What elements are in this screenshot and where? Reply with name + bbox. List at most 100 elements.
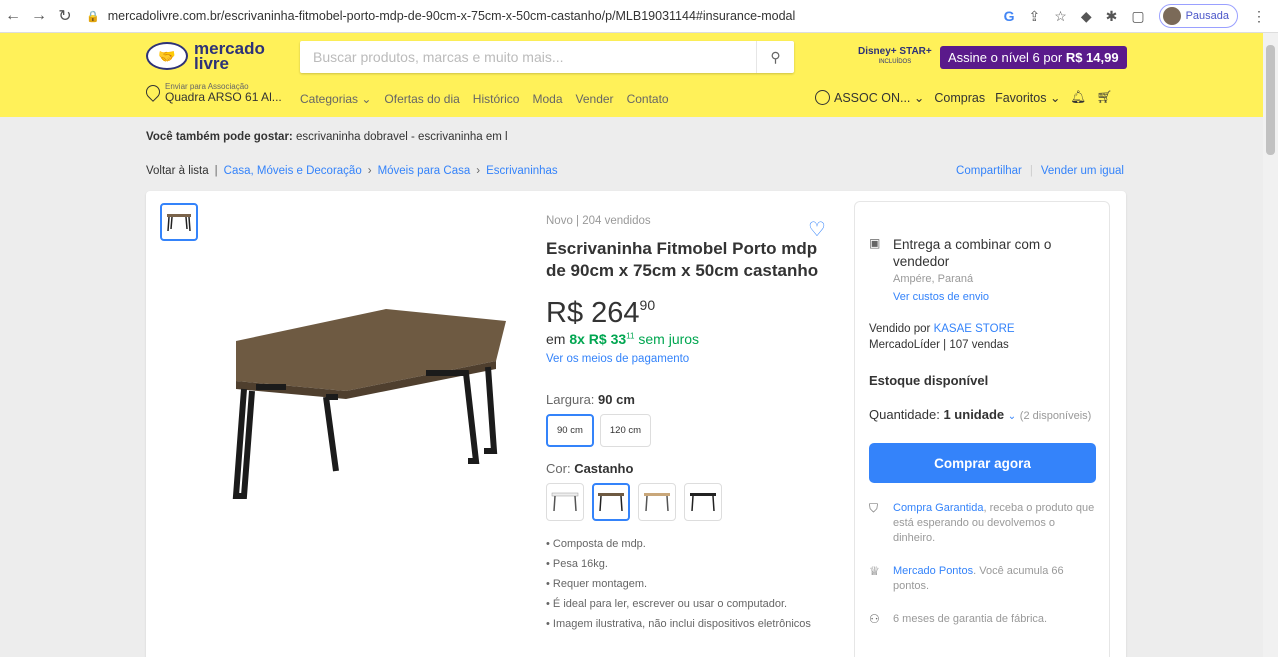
recommend-link[interactable]: escrivaninha dobravel - escrivaninha em … [296, 131, 508, 143]
favorites-menu[interactable]: Favoritos ⌄ [995, 90, 1060, 105]
breadcrumb-furniture[interactable]: Móveis para Casa [378, 165, 471, 177]
price: R$ 26490 [546, 297, 836, 330]
nav-contact[interactable]: Contato [627, 92, 669, 106]
feature-list: Composta de mdp. Pesa 16kg. Requer monta… [546, 538, 836, 630]
nav-fashion[interactable]: Moda [532, 92, 562, 106]
extension-icon[interactable]: ◆ [1081, 8, 1092, 25]
puzzle-icon[interactable]: ✱ [1106, 8, 1118, 25]
profile-status: Pausada [1185, 10, 1229, 22]
purchases-link[interactable]: Compras [934, 91, 985, 105]
chevron-down-icon: ⌄ [1007, 411, 1017, 422]
logo[interactable]: 🤝 mercado livre [146, 40, 265, 73]
disney-sub: INCLUÍDOS [878, 59, 912, 65]
user-nav: ASSOC ON... ⌄ Compras Favoritos ⌄ 🔔︎ 🛒︎ [815, 90, 1112, 105]
scrollbar[interactable] [1263, 33, 1278, 657]
user-menu[interactable]: ASSOC ON... ⌄ [834, 90, 924, 105]
promo-price: R$ 14,99 [1065, 50, 1119, 65]
breadcrumb-home-decor[interactable]: Casa, Móveis e Decoração [224, 165, 362, 177]
avatar [1162, 7, 1181, 25]
guarantee-link[interactable]: Compra Garantida [893, 502, 984, 514]
star-icon[interactable]: ☆ [1054, 8, 1067, 25]
shipping-costs-link[interactable]: Ver custos de envio [893, 291, 1095, 303]
url-text[interactable]: mercadolivre.com.br/escrivaninha-fitmobe… [108, 9, 796, 23]
color-oak-button[interactable] [638, 483, 676, 521]
heart-icon[interactable]: ♡ [808, 217, 826, 242]
product-info: Novo | 204 vendidos ♡ Escrivaninha Fitmo… [546, 215, 836, 638]
site-header: 🤝 mercado livre ⚲ Disney+ STAR+ INCLUÍDO… [0, 33, 1263, 117]
quantity-selector[interactable]: Quantidade: 1 unidade ⌄ (2 disponíveis) [869, 407, 1095, 422]
size-90cm-button[interactable]: 90 cm [546, 414, 594, 447]
breadcrumb-desks[interactable]: Escrivaninhas [486, 165, 558, 177]
back-arrow-icon[interactable]: ← [0, 7, 26, 25]
breadcrumb-sep: › [367, 165, 372, 177]
reload-icon[interactable]: ↻ [52, 6, 78, 26]
feature-item: É ideal para ler, escrever ou usar o com… [546, 598, 836, 610]
desk-oak-icon [644, 493, 670, 512]
logo-line2: livre [194, 54, 229, 73]
category-nav: Categorias ⌄ Ofertas do dia Histórico Mo… [300, 92, 669, 106]
price-cents: 90 [639, 297, 656, 313]
window-icon[interactable]: ▢ [1131, 8, 1144, 25]
nav-categories[interactable]: Categorias ⌄ [300, 92, 371, 106]
nav-sell[interactable]: Vender [576, 92, 614, 106]
product-card: Novo | 204 vendidos ♡ Escrivaninha Fitmo… [146, 191, 1126, 657]
menu-icon[interactable]: ⋮ [1252, 8, 1266, 25]
scrollbar-thumb[interactable] [1266, 45, 1275, 155]
product-title: Escrivaninha Fitmobel Porto mdp de 90cm … [546, 239, 819, 280]
install-value: 8x R$ 33 [569, 331, 627, 347]
payment-methods-link[interactable]: Ver os meios de pagamento [546, 353, 836, 365]
google-icon[interactable]: G [1004, 8, 1015, 24]
feature-item: Pesa 16kg. [546, 558, 836, 570]
handshake-icon: 🤝 [146, 42, 188, 70]
separator: | [214, 165, 218, 177]
forward-arrow-icon[interactable]: → [26, 7, 52, 25]
address-bar[interactable]: 🔒 mercadolivre.com.br/escrivaninha-fitmo… [86, 9, 1004, 23]
disney-text: Disney+ STAR+ [858, 46, 932, 57]
qty-label: Quantidade: [869, 407, 940, 422]
share-actions: Compartilhar | Vender um igual [956, 165, 1124, 177]
recommend-label: Você também pode gostar: [146, 131, 293, 143]
sell-similar-link[interactable]: Vender um igual [1041, 165, 1124, 177]
search-input[interactable] [300, 49, 756, 65]
shipping-title: Entrega a combinar com o vendedor [893, 237, 1052, 269]
share-link[interactable]: Compartilhar [956, 165, 1022, 177]
feature-item: Composta de mdp. [546, 538, 836, 550]
color-castanho-button[interactable] [592, 483, 630, 521]
points-link[interactable]: Mercado Pontos [893, 565, 973, 577]
condition-sales: Novo | 204 vendidos [546, 215, 651, 227]
buy-now-button[interactable]: Comprar agora [869, 443, 1096, 483]
nav-history[interactable]: Histórico [473, 92, 520, 106]
back-to-list-link[interactable]: Voltar à lista [146, 165, 209, 177]
bell-icon[interactable]: 🔔︎ [1070, 90, 1086, 105]
share-icon[interactable]: ⇪ [1029, 8, 1041, 25]
browser-toolbar: ← → ↻ 🔒 mercadolivre.com.br/escrivaninha… [0, 0, 1278, 33]
shield-icon: ⛉ [869, 501, 879, 515]
color-label-text: Cor: [546, 461, 571, 476]
feature-item: Requer montagem. [546, 578, 836, 590]
location-pin-icon [143, 82, 163, 102]
cart-icon[interactable]: 🛒︎ [1096, 90, 1112, 105]
profile-button[interactable]: Pausada [1158, 4, 1238, 28]
promo-text: Assine o nível 6 por [948, 50, 1063, 65]
shipping-location: Ampére, Paraná [893, 273, 974, 285]
product-image[interactable] [226, 301, 516, 511]
separator: | [1029, 165, 1033, 177]
gallery-thumbnail[interactable] [160, 203, 198, 241]
nav-deals[interactable]: Ofertas do dia [384, 92, 459, 106]
desk-thumbnail-icon [167, 214, 191, 232]
location-value: Quadra ARSO 61 Al... [165, 90, 282, 104]
points-benefit: ♕ Mercado Pontos. Você acumula 66 pontos… [869, 564, 1095, 594]
shipping-location[interactable]: Enviar para Associação Quadra ARSO 61 Al… [143, 82, 282, 104]
breadcrumb: Voltar à lista | Casa, Móveis e Decoraçã… [146, 165, 558, 177]
color-white-button[interactable] [546, 483, 584, 521]
width-value: 90 cm [598, 392, 635, 407]
subscription-promo[interactable]: Assine o nível 6 por R$ 14,99 [940, 46, 1127, 69]
disney-star-badge[interactable]: Disney+ STAR+ INCLUÍDOS [858, 47, 932, 67]
breadcrumb-sep: › [476, 165, 481, 177]
seller-link[interactable]: KASAE STORE [934, 323, 1015, 335]
warranty-text: 6 meses de garantia de fábrica. [893, 613, 1048, 625]
color-black-button[interactable] [684, 483, 722, 521]
size-120cm-button[interactable]: 120 cm [599, 414, 652, 447]
install-cents: 11 [626, 331, 635, 341]
search-icon[interactable]: ⚲ [756, 41, 794, 73]
